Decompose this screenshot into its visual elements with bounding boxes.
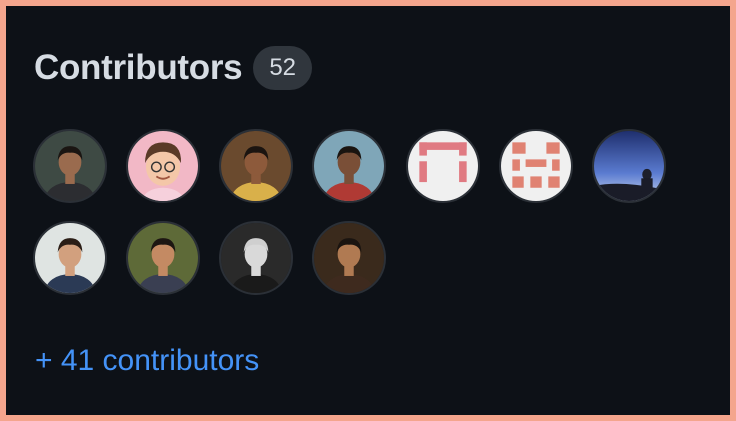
section-title[interactable]: Contributors [34, 48, 243, 88]
contributor-avatar[interactable] [33, 221, 107, 295]
contributor-avatar[interactable] [499, 129, 573, 203]
avatar-image [408, 131, 478, 201]
contributor-avatar[interactable] [406, 129, 480, 203]
avatar-image [128, 223, 198, 293]
contributor-avatar[interactable] [219, 129, 293, 203]
avatar-image [128, 131, 198, 201]
avatar-image [314, 223, 384, 293]
contributor-avatar[interactable] [312, 221, 386, 295]
contributor-avatar[interactable] [126, 221, 200, 295]
contributors-panel: Contributors 52 + 41 contributors [6, 6, 730, 415]
avatar-image [501, 131, 571, 201]
avatar-image [314, 131, 384, 201]
avatar-image [221, 131, 291, 201]
contributors-header: Contributors 52 [34, 46, 313, 90]
contributor-avatar[interactable] [592, 129, 666, 203]
contributor-avatar[interactable] [219, 221, 293, 295]
avatar-image [594, 131, 664, 201]
contributor-avatar[interactable] [126, 129, 200, 203]
contributor-avatar[interactable] [312, 129, 386, 203]
avatar-image [35, 131, 105, 201]
more-contributors-link[interactable]: + 41 contributors [35, 344, 259, 378]
contributor-count-badge: 52 [253, 46, 313, 90]
contributor-avatar[interactable] [33, 129, 107, 203]
avatar-image [35, 223, 105, 293]
avatar-image [221, 223, 291, 293]
